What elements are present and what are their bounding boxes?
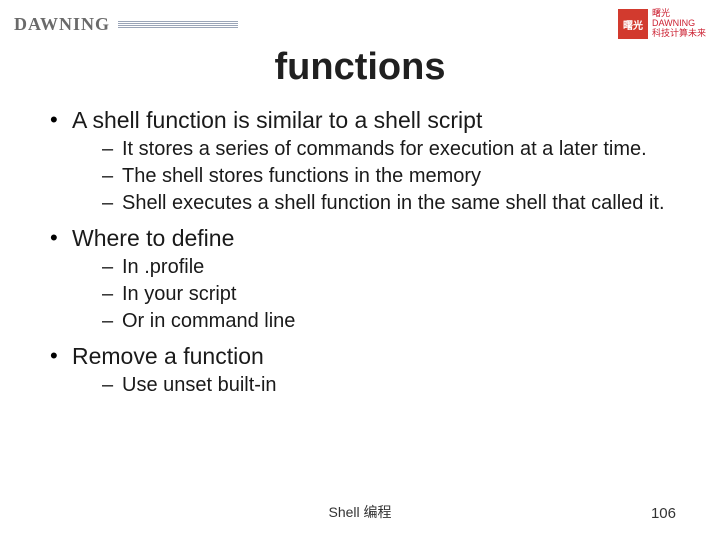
dawning-wordmark: DAWNING [14,14,110,35]
bullet-text: Remove a function [72,343,264,369]
slide-header: DAWNING 曙光 曙光 DAWNING 科技计算未来 [0,0,720,40]
bullet-item: Where to define In .profile In your scri… [44,225,676,335]
sub-bullet-item: In your script [102,281,676,308]
bullet-text: A shell function is similar to a shell s… [72,107,482,133]
header-rule-icon [118,20,238,28]
bullet-item: A shell function is similar to a shell s… [44,107,676,217]
bullet-item: Remove a function Use unset built-in [44,343,676,399]
sub-bullet-item: Or in command line [102,308,676,335]
slide-body: A shell function is similar to a shell s… [0,107,720,399]
page-number: 106 [651,505,676,522]
sub-bullet-item: It stores a series of commands for execu… [102,136,676,163]
footer-text: Shell 编程 [0,502,720,522]
bullet-text: Where to define [72,225,234,251]
sub-bullet-item: The shell stores functions in the memory [102,163,676,190]
dawning-logo-text: 曙光 DAWNING 科技计算未来 [652,9,706,39]
sub-bullet-item: Shell executes a shell function in the s… [102,190,676,217]
dawning-logo-tagline: 科技计算未来 [652,29,706,39]
dawning-logo-mark-icon: 曙光 [618,9,648,39]
slide-title: functions [0,46,720,89]
sub-bullet-item: In .profile [102,254,676,281]
sub-bullet-item: Use unset built-in [102,372,676,399]
dawning-logo-mark-text: 曙光 [623,17,643,32]
dawning-logo: 曙光 曙光 DAWNING 科技计算未来 [618,9,706,39]
